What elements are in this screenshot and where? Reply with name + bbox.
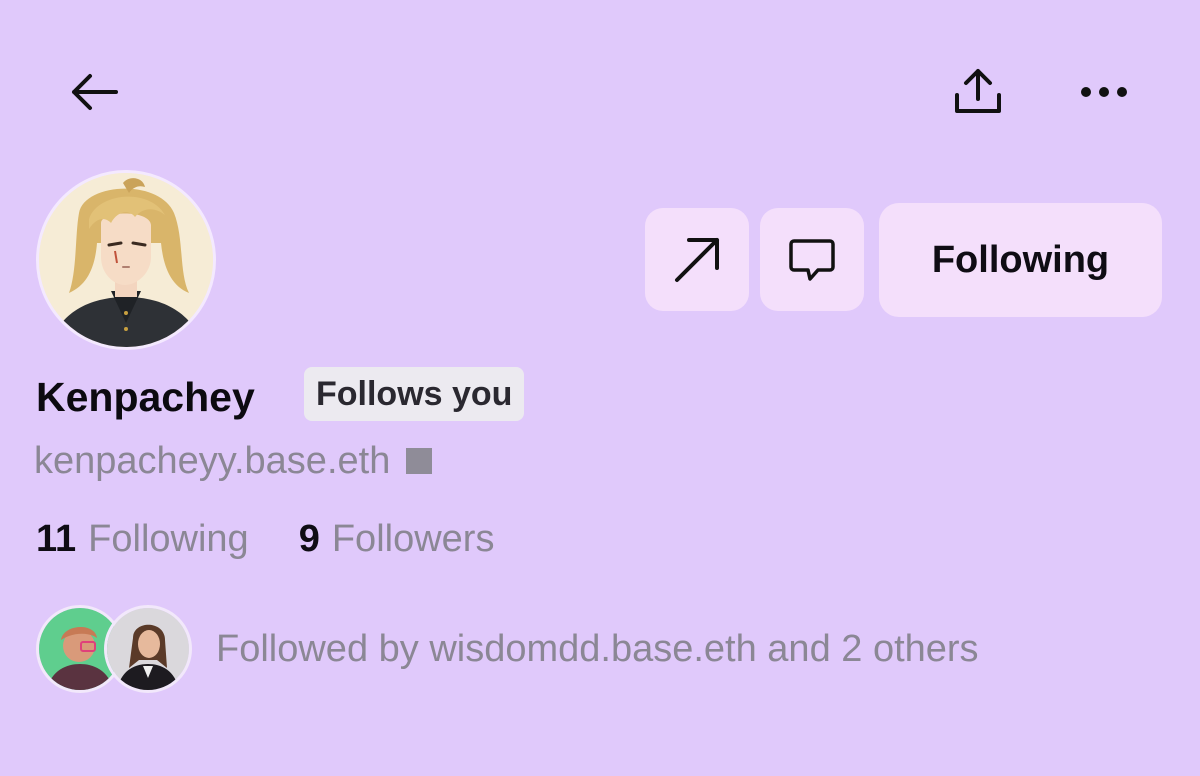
anime-character-avatar-icon (39, 173, 213, 347)
followers-label: Followers (331, 517, 495, 560)
profile-handle: kenpacheyy.base.eth (34, 439, 391, 482)
more-horizontal-icon (1081, 87, 1127, 97)
followers-stat[interactable]: 9 Followers (299, 518, 495, 561)
badge-square-icon (406, 448, 433, 474)
mutual-followers[interactable]: Followed by wisdomdd.base.eth and 2 othe… (36, 602, 979, 696)
follows-you-badge: Follows you (304, 367, 525, 421)
external-link-button[interactable] (645, 208, 749, 311)
mutual-avatar-2 (104, 605, 192, 693)
following-stat[interactable]: 11 Following (36, 518, 249, 561)
share-button[interactable] (940, 58, 1016, 126)
more-options-button[interactable] (1066, 58, 1142, 126)
avatar-icon (107, 608, 189, 690)
arrow-left-icon (72, 74, 118, 110)
profile-name: Kenpachey (36, 374, 255, 420)
following-button[interactable]: Following (879, 203, 1162, 317)
followed-by-text: Followed by wisdomdd.base.eth and 2 othe… (216, 627, 979, 670)
following-label: Following (88, 517, 249, 560)
handle-row: kenpacheyy.base.eth (34, 436, 433, 486)
arrow-up-right-icon (675, 237, 719, 282)
follow-stats: 11 Following 9 Followers (36, 514, 494, 564)
share-upload-icon (955, 69, 1001, 113)
back-button[interactable] (56, 58, 132, 126)
message-button[interactable] (760, 208, 864, 311)
following-count: 11 (36, 517, 77, 560)
chat-bubble-icon (789, 238, 835, 281)
profile-avatar[interactable] (36, 170, 216, 350)
followers-count: 9 (298, 517, 320, 560)
